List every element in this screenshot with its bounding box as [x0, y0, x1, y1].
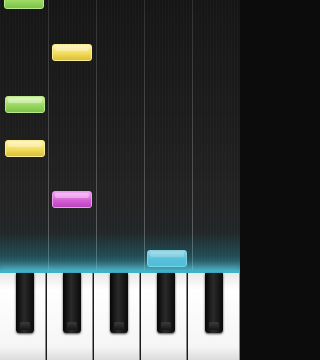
- piano-game-screen: [0, 0, 240, 360]
- piano-black-key-4[interactable]: [157, 273, 175, 333]
- falling-note-green[interactable]: [5, 96, 45, 113]
- piano-black-key-2[interactable]: [63, 273, 81, 333]
- piano-black-key-3[interactable]: [110, 273, 128, 333]
- falling-note-magenta[interactable]: [52, 191, 92, 208]
- piano-black-key-1[interactable]: [16, 273, 34, 333]
- falling-note-yellow[interactable]: [5, 140, 45, 157]
- piano-keyboard: [0, 273, 240, 360]
- falling-note-yellow[interactable]: [52, 44, 92, 61]
- hit-zone-glow: [0, 232, 240, 272]
- falling-note-green[interactable]: [4, 0, 44, 9]
- note-board: [0, 0, 240, 272]
- piano-black-key-5[interactable]: [205, 273, 223, 333]
